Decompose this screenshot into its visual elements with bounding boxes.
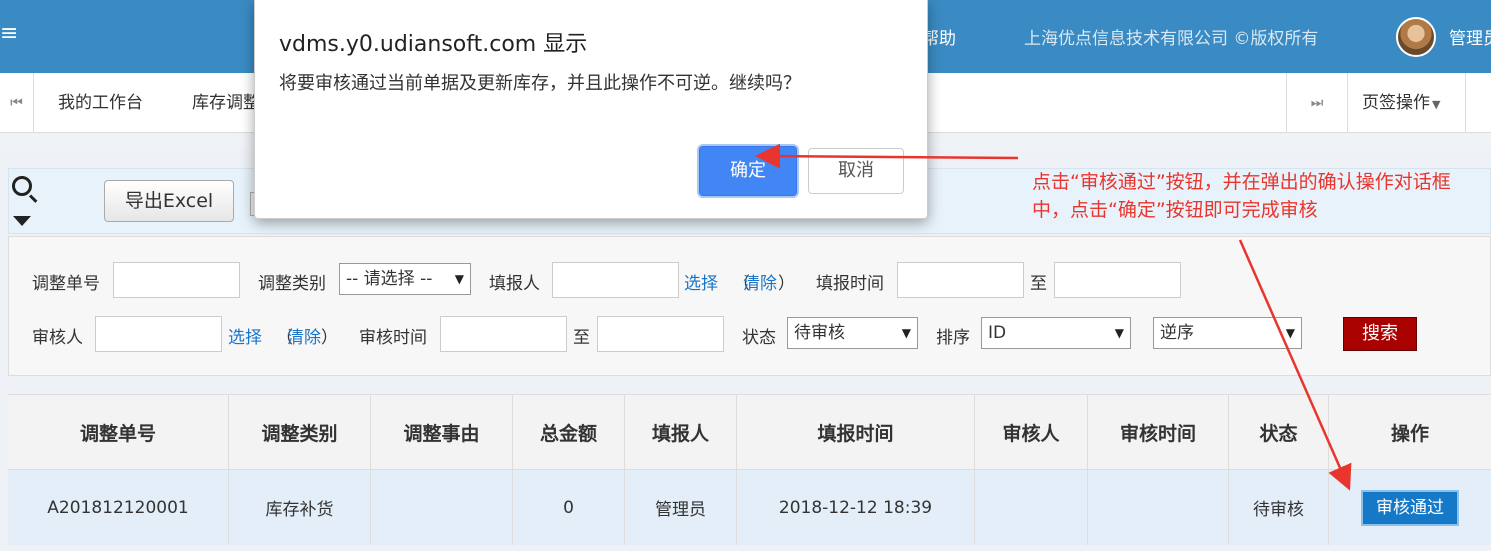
dialog-title: vdms.y0.udiansoft.com 显示 bbox=[279, 32, 588, 57]
confirm-dialog: vdms.y0.udiansoft.com 显示 将要审核通过当前单据及更新库存… bbox=[254, 0, 928, 219]
cell-action: 审核通过 bbox=[1329, 470, 1491, 545]
paren-close: ） bbox=[321, 328, 338, 348]
sort-label: 排序 bbox=[936, 328, 970, 348]
header-report-time: 填报时间 bbox=[737, 395, 975, 469]
caret-down-icon: ▼ bbox=[1432, 98, 1441, 111]
table-header: 调整单号 调整类别 调整事由 总金额 填报人 填报时间 审核人 审核时间 状态 … bbox=[8, 394, 1491, 470]
cell-total-amount: 0 bbox=[513, 470, 625, 545]
reporter-clear-link[interactable]: 清除 bbox=[743, 269, 777, 294]
avatar[interactable] bbox=[1396, 17, 1436, 57]
approve-button[interactable]: 审核通过 bbox=[1361, 489, 1459, 526]
sort-value: ID bbox=[988, 323, 1007, 343]
reporter-select-link[interactable]: 选择 bbox=[684, 269, 718, 294]
cell-reporter: 管理员 bbox=[625, 470, 737, 545]
search-toggle[interactable] bbox=[10, 172, 40, 232]
header-action: 操作 bbox=[1390, 422, 1429, 445]
header-adjust-type: 调整类别 bbox=[229, 395, 371, 469]
header-review-time: 审核时间 bbox=[1088, 395, 1229, 469]
cell-reviewer bbox=[975, 470, 1088, 545]
tab-operations-menu[interactable]: 页签操作 ▼ bbox=[1362, 73, 1440, 133]
dropdown-arrow-icon: ▼ bbox=[454, 272, 464, 286]
header-reviewer: 审核人 bbox=[975, 395, 1088, 469]
cancel-button[interactable]: 取消 bbox=[808, 148, 904, 194]
dropdown-arrow-icon: ▼ bbox=[1114, 326, 1124, 340]
status-select[interactable]: 待审核 ▼ bbox=[787, 317, 918, 349]
dropdown-arrow-icon: ▼ bbox=[901, 326, 911, 340]
paren-close: ） bbox=[778, 274, 795, 294]
cell-review-time bbox=[1088, 470, 1229, 545]
tab-my-workbench[interactable]: 我的工作台 bbox=[58, 73, 143, 133]
sort-select[interactable]: ID ▼ bbox=[981, 317, 1131, 349]
reviewer-label: 审核人 bbox=[32, 328, 83, 348]
order-select[interactable]: 逆序 ▼ bbox=[1153, 317, 1302, 349]
header-status: 状态 bbox=[1229, 395, 1329, 469]
header-adjust-no: 调整单号 bbox=[8, 395, 229, 469]
dropdown-arrow-icon: ▼ bbox=[1285, 326, 1295, 340]
header-total-amount: 总金额 bbox=[513, 395, 625, 469]
cell-adjust-type: 库存补货 bbox=[229, 470, 371, 545]
filter-panel bbox=[8, 236, 1491, 376]
tab-stock-adjust[interactable]: 库存调整 bbox=[192, 73, 260, 133]
report-time-to-label: 至 bbox=[1030, 274, 1047, 294]
adjust-no-label: 调整单号 bbox=[32, 274, 100, 294]
cell-adjust-reason bbox=[371, 470, 513, 545]
tab-scroll-right-icon[interactable]: ⏭ bbox=[1286, 73, 1348, 133]
tab-operations-label: 页签操作 bbox=[1362, 93, 1430, 113]
cell-adjust-no: A201812120001 bbox=[8, 470, 229, 545]
adjust-type-value: -- 请选择 -- bbox=[346, 269, 433, 289]
status-label: 状态 bbox=[742, 328, 776, 348]
reporter-input[interactable] bbox=[552, 262, 679, 298]
copyright-text: 上海优点信息技术有限公司 ©版权所有 bbox=[1024, 29, 1319, 49]
table-row: A201812120001 库存补货 0 管理员 2018-12-12 18:3… bbox=[8, 470, 1491, 545]
reviewer-input[interactable] bbox=[95, 316, 222, 352]
header-reporter: 填报人 bbox=[625, 395, 737, 469]
annotation-text: 点击“审核通过”按钮，并在弹出的确认操作对话框中，点击“确定”按钮即可完成审核 bbox=[1032, 171, 1451, 221]
review-time-start-input[interactable] bbox=[440, 316, 567, 352]
review-time-to-label: 至 bbox=[573, 328, 590, 348]
report-time-end-input[interactable] bbox=[1054, 262, 1181, 298]
header-adjust-reason: 调整事由 bbox=[371, 395, 513, 469]
user-name[interactable]: 管理员 bbox=[1449, 24, 1491, 49]
cell-status: 待审核 bbox=[1229, 470, 1329, 545]
menu-icon[interactable]: ≡ bbox=[0, 22, 16, 46]
reporter-label: 填报人 bbox=[489, 274, 540, 294]
review-time-end-input[interactable] bbox=[597, 316, 724, 352]
order-value: 逆序 bbox=[1160, 323, 1194, 343]
tab-scroll-left-icon[interactable]: ⏮ bbox=[0, 73, 34, 133]
adjust-type-label: 调整类别 bbox=[258, 274, 326, 294]
cell-report-time: 2018-12-12 18:39 bbox=[737, 470, 975, 545]
adjust-type-select[interactable]: -- 请选择 -- ▼ bbox=[339, 263, 471, 295]
adjust-no-input[interactable] bbox=[113, 262, 240, 298]
reviewer-select-link[interactable]: 选择 bbox=[228, 323, 262, 348]
reviewer-clear-link[interactable]: 清除 bbox=[287, 323, 321, 348]
report-time-label: 填报时间 bbox=[816, 274, 884, 294]
report-time-start-input[interactable] bbox=[897, 262, 1024, 298]
search-icon bbox=[12, 176, 32, 196]
status-value: 待审核 bbox=[794, 323, 845, 343]
ok-button[interactable]: 确定 bbox=[699, 146, 797, 196]
export-excel-button[interactable]: 导出Excel bbox=[104, 180, 234, 222]
review-time-label: 审核时间 bbox=[359, 328, 427, 348]
search-button[interactable]: 搜索 bbox=[1343, 317, 1417, 351]
triangle-down-icon bbox=[13, 216, 31, 226]
tab-close-all[interactable] bbox=[1465, 73, 1491, 133]
dialog-message: 将要审核通过当前单据及更新库存，并且此操作不可逆。继续吗？ bbox=[279, 73, 801, 94]
